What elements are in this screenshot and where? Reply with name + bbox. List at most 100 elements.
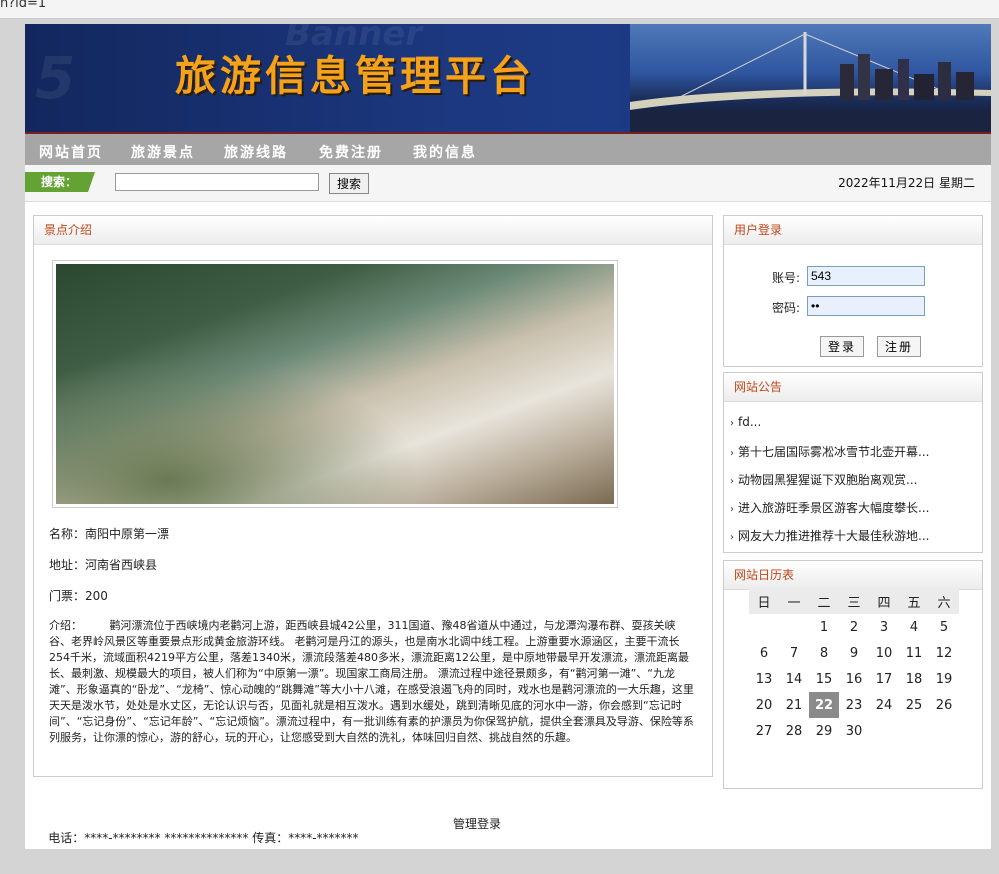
page-footer: 电话：****-******** ************** 传真：****-… [33, 815, 501, 874]
calendar-day: 7 [789, 645, 799, 661]
calendar-day: 1 [819, 619, 829, 635]
site-title: 旅游信息管理平台 [175, 52, 535, 100]
calendar-day: 17 [875, 671, 893, 687]
calendar-day: 10 [875, 645, 893, 661]
scenic-panel-header: 景点介绍 [34, 216, 712, 245]
river-photo-image [56, 264, 614, 504]
calendar-day: 12 [935, 645, 953, 661]
calendar-day: 30 [845, 723, 863, 739]
account-label: 账号: [772, 271, 801, 285]
login-button[interactable]: 登录 [820, 336, 864, 357]
weekday-label: 六 [929, 588, 959, 614]
notice-item[interactable]: › 第十七届国际雾凇冰雪节北壶开幕... [730, 443, 929, 460]
notice-panel-header: 网站公告 [724, 373, 982, 402]
calendar-week-row: 27 28 29 30 [749, 718, 959, 744]
chevron-right-icon: › [730, 476, 734, 487]
calendar-panel-header: 网站日历表 [724, 561, 982, 590]
admin-login-link[interactable]: 管理登录 [453, 815, 501, 832]
calendar-day: 26 [935, 697, 953, 713]
calendar-day [779, 614, 809, 640]
calendar-day: 15 [815, 671, 833, 687]
login-panel: 用户登录 账号: 密码: 登录 注册 [723, 215, 983, 367]
calendar-day: 2 [849, 619, 859, 635]
search-label: 搜索： [25, 172, 95, 192]
scenic-photo [52, 260, 618, 508]
current-date: 2022年11月22日 星期二 [838, 176, 975, 190]
calendar-day: 18 [905, 671, 923, 687]
calendar-day: 8 [819, 645, 829, 661]
nav-home[interactable]: 网站首页 [39, 142, 103, 162]
notice-item-text: 进入旅游旺季景区游客大幅度攀长... [738, 501, 930, 515]
register-button[interactable]: 注册 [877, 336, 921, 357]
calendar-day: 5 [939, 619, 949, 635]
calendar-day [749, 614, 779, 640]
nav-register[interactable]: 免费注册 [319, 142, 383, 162]
notice-item-text: 第十七届国际雾凇冰雪节北壶开幕... [738, 445, 930, 459]
calendar-day: 19 [935, 671, 953, 687]
nav-routes[interactable]: 旅游线路 [224, 142, 288, 162]
calendar-day [899, 718, 929, 744]
search-button[interactable]: 搜索 [329, 173, 369, 194]
calendar-day: 16 [845, 671, 863, 687]
banner-ghost-text: 5 [35, 44, 76, 112]
calendar-day: 11 [905, 645, 923, 661]
calendar-day [929, 718, 959, 744]
calendar-day: 13 [755, 671, 773, 687]
banner-city-image [630, 24, 991, 132]
password-label: 密码: [772, 301, 801, 315]
main-nav: 网站首页 旅游景点 旅游线路 免费注册 我的信息 [25, 132, 991, 167]
search-input[interactable] [115, 173, 319, 191]
scenic-name: 名称：南阳中原第一漂 [49, 527, 170, 541]
weekday-label: 二 [809, 588, 839, 614]
scenic-panel: 景点介绍 名称：南阳中原第一漂 地址：河南省西峡县 门票：200 介绍： 鹳河漂… [33, 215, 713, 777]
password-input[interactable] [807, 296, 925, 316]
weekday-label: 一 [779, 588, 809, 614]
bridge-skyline-icon [630, 32, 991, 132]
chevron-right-icon: › [730, 532, 734, 543]
weekday-label: 日 [749, 588, 779, 614]
calendar-day: 24 [875, 697, 893, 713]
calendar-day: 4 [909, 619, 919, 635]
calendar-day: 6 [759, 645, 769, 661]
scenic-intro: 介绍： 鹳河漂流位于西峡境内老鹳河上游，距西峡县城42公里，311国道、豫48省… [49, 619, 694, 744]
chevron-right-icon: › [730, 448, 734, 459]
calendar-day-today: 22 [809, 692, 839, 718]
calendar-day: 28 [785, 723, 803, 739]
weekday-label: 五 [899, 588, 929, 614]
address-bar[interactable]: n?id=1 [0, 0, 999, 19]
account-input[interactable] [807, 266, 925, 286]
calendar-panel: 网站日历表 日 一 二 三 四 五 六 1 2 3 4 5 6 7 8 9 10… [723, 560, 983, 789]
scenic-address: 地址：河南省西峡县 [49, 558, 158, 572]
calendar-day: 3 [879, 619, 889, 635]
account-row: 账号: [724, 266, 984, 288]
calendar-day: 21 [785, 697, 803, 713]
notice-item[interactable]: › fd... [730, 415, 761, 429]
calendar-table: 日 一 二 三 四 五 六 1 2 3 4 5 6 7 8 9 10 11 12… [749, 588, 959, 744]
footer-contact: 电话：****-******** ************** 传真：****-… [48, 831, 359, 845]
notice-item[interactable]: › 网友大力推进推荐十大最佳秋游地... [730, 527, 929, 544]
calendar-week-row: 6 7 8 9 10 11 12 [749, 640, 959, 666]
nav-my-info[interactable]: 我的信息 [413, 142, 477, 162]
site-banner: 5 Banner 旅游信息管理平台 [25, 24, 991, 132]
calendar-day: 14 [785, 671, 803, 687]
scenic-ticket: 门票：200 [49, 589, 108, 603]
notice-item[interactable]: › 动物园黑猩猩诞下双胞胎离观赏... [730, 471, 917, 488]
calendar-weekday-row: 日 一 二 三 四 五 六 [749, 588, 959, 614]
calendar-day: 20 [755, 697, 773, 713]
calendar-day: 25 [905, 697, 923, 713]
calendar-day: 23 [845, 697, 863, 713]
chevron-right-icon: › [730, 504, 734, 515]
nav-scenic-spots[interactable]: 旅游景点 [131, 142, 195, 162]
calendar-week-row: 20 21 22 23 24 25 26 [749, 692, 959, 718]
weekday-label: 三 [839, 588, 869, 614]
search-bar: 搜索： 搜索 2022年11月22日 星期二 [25, 165, 991, 202]
password-row: 密码: [724, 296, 984, 318]
url-text: n?id=1 [0, 0, 47, 11]
calendar-week-row: 1 2 3 4 5 [749, 614, 959, 640]
notice-item[interactable]: › 进入旅游旺季景区游客大幅度攀长... [730, 499, 929, 516]
calendar-day [869, 718, 899, 744]
calendar-day: 29 [815, 723, 833, 739]
calendar-day: 27 [755, 723, 773, 739]
chevron-right-icon: › [730, 418, 734, 429]
weekday-label: 四 [869, 588, 899, 614]
